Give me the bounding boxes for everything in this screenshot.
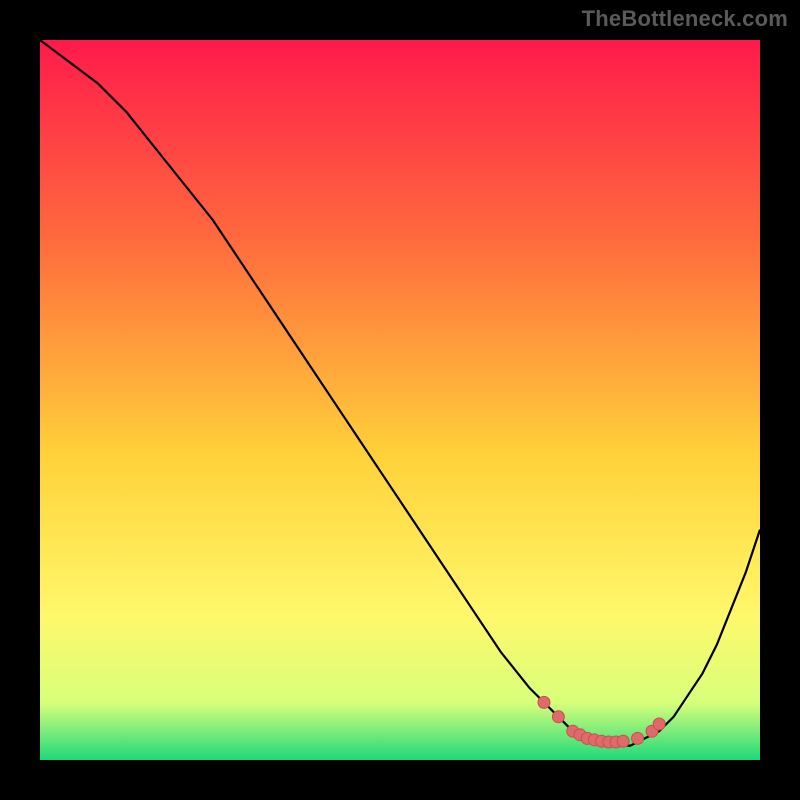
plot-area [40, 40, 760, 760]
optimal-marker [552, 711, 564, 723]
watermark-text: TheBottleneck.com [582, 6, 788, 32]
chart-svg [40, 40, 760, 760]
optimal-marker [653, 718, 665, 730]
optimal-marker [617, 735, 629, 747]
outer-frame: TheBottleneck.com [0, 0, 800, 800]
optimal-marker [538, 696, 550, 708]
gradient-background [40, 40, 760, 760]
optimal-marker [632, 732, 644, 744]
